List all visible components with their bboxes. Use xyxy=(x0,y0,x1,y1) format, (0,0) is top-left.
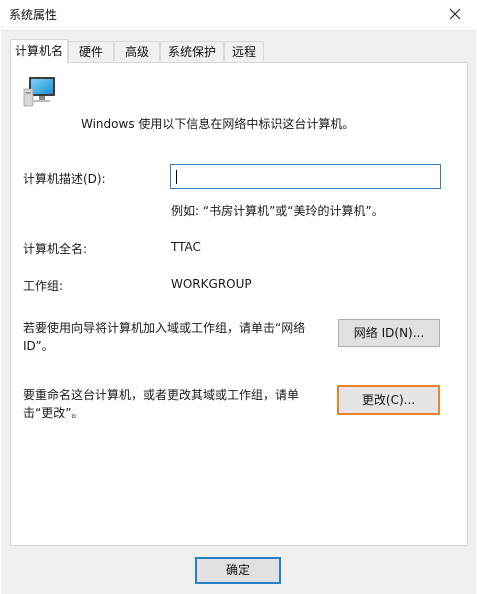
close-button[interactable] xyxy=(433,0,477,28)
tab-remote[interactable]: 远程 xyxy=(224,41,264,61)
tab-computer-name[interactable]: 计算机名 xyxy=(10,39,68,64)
computer-description-input[interactable] xyxy=(170,164,441,189)
text-caret xyxy=(176,170,177,184)
tab-system-protection[interactable]: 系统保护 xyxy=(160,41,224,61)
title-bar: 系统属性 xyxy=(0,0,477,30)
description-hint: 例如: “书房计算机”或“美玲的计算机”。 xyxy=(171,204,384,218)
tab-advanced[interactable]: 高级 xyxy=(114,41,160,61)
rename-text: 要重命名这台计算机，或者更改其域或工作组，请单击“更改”。 xyxy=(23,388,300,420)
change-button[interactable]: 更改(C)... xyxy=(337,385,440,415)
tab-hardware[interactable]: 硬件 xyxy=(68,41,114,61)
dialog-client: 计算机名 硬件 高级 系统保护 远程 Windows 使用以下信息在网络中标识这… xyxy=(1,30,476,594)
window-title: 系统属性 xyxy=(9,8,58,22)
workgroup-value: WORKGROUP xyxy=(171,277,252,291)
computer-name-panel: Windows 使用以下信息在网络中标识这台计算机。 计算机描述(D): 例如:… xyxy=(10,62,468,546)
intro-text: Windows 使用以下信息在网络中标识这台计算机。 xyxy=(81,117,355,131)
network-id-button[interactable]: 网络 ID(N)... xyxy=(338,319,440,347)
full-name-value: TTAC xyxy=(171,240,201,254)
ok-button[interactable]: 确定 xyxy=(195,557,281,584)
close-icon xyxy=(449,8,461,20)
description-label: 计算机描述(D): xyxy=(23,172,106,186)
workgroup-label: 工作组: xyxy=(23,279,64,293)
computer-icon xyxy=(23,77,55,107)
full-name-label: 计算机全名: xyxy=(23,242,88,256)
network-id-text: 若要使用向导将计算机加入域或工作组，请单击“网络 ID”。 xyxy=(23,321,306,353)
